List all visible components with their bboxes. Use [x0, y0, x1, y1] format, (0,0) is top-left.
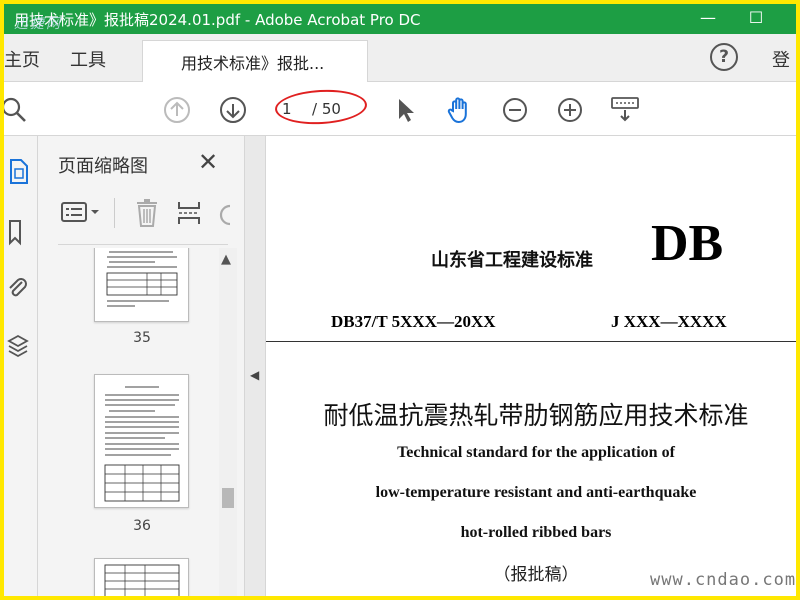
keyboard-icon[interactable]: [610, 95, 640, 125]
scrollbar-thumb[interactable]: [222, 488, 234, 508]
menu-bar: 主页 工具 用技术标准》报批... ? 登: [4, 34, 796, 82]
rotate-page-icon[interactable]: [216, 200, 232, 228]
help-button[interactable]: ?: [710, 43, 738, 71]
site-watermark: www.cndao.com: [650, 570, 797, 590]
document-tab[interactable]: 用技术标准》报批...: [142, 40, 368, 82]
doc-title-en-line2: low-temperature resistant and anti-earth…: [375, 484, 697, 501]
panel-title: 页面缩略图: [58, 156, 148, 177]
delete-page-icon[interactable]: [134, 198, 160, 228]
thumbnail-list: 35 36: [38, 248, 218, 596]
page-thumbnail[interactable]: [94, 558, 189, 596]
collapse-panel-icon[interactable]: ◀: [250, 368, 259, 382]
panel-divider: [58, 244, 228, 245]
app-window: 用技术标准》报批稿2024.01.pdf - Adobe Acrobat Pro…: [4, 4, 796, 596]
thumbnail-page-number: 36: [133, 518, 151, 534]
page-up-icon[interactable]: [162, 95, 192, 125]
panel-toolbar: [54, 194, 244, 234]
page-thumbnail[interactable]: [94, 248, 189, 322]
thumbnail-options-icon[interactable]: [60, 200, 102, 226]
toolbar-divider: [114, 198, 115, 228]
login-button[interactable]: 登: [772, 46, 790, 72]
thumbnail-preview: [104, 386, 180, 502]
doc-title-en-line1: Technical standard for the application o…: [397, 444, 675, 461]
doc-divider: [266, 341, 796, 342]
tools-tab[interactable]: 工具: [70, 46, 106, 72]
thumbnail-preview: [104, 564, 180, 596]
thumbnail-preview: [106, 251, 178, 307]
scroll-up-icon[interactable]: ▲: [221, 252, 231, 267]
home-tab[interactable]: 主页: [4, 46, 40, 72]
layers-icon[interactable]: [6, 332, 30, 360]
search-icon[interactable]: [4, 95, 30, 125]
doc-standard-code: DB37/T 5XXX—20XX: [331, 312, 496, 331]
toolbar: 1 / 50: [4, 83, 796, 136]
doc-title-en-line3: hot-rolled ribbed bars: [460, 524, 612, 541]
close-panel-button[interactable]: ✕: [198, 148, 218, 176]
left-nav-rail: [4, 136, 38, 596]
insert-page-icon[interactable]: [176, 198, 202, 228]
maximize-button[interactable]: ☐: [736, 4, 776, 34]
thumbnail-page-number: 35: [133, 330, 151, 346]
document-tab-label: 用技术标准》报批...: [181, 54, 325, 73]
thumbnails-panel: 页面缩略图 ✕ 35 36 ▲: [38, 136, 244, 596]
doc-issuer: 山东省工程建设标准: [431, 250, 593, 271]
zoom-out-icon[interactable]: [500, 95, 530, 125]
title-bar: 用技术标准》报批稿2024.01.pdf - Adobe Acrobat Pro…: [4, 4, 796, 34]
window-title: 用技术标准》报批稿2024.01.pdf - Adobe Acrobat Pro…: [14, 11, 421, 29]
document-page: 山东省工程建设标准 DB DB37/T 5XXX—20XX J XXX—XXXX…: [266, 136, 796, 596]
overlay-watermark: 迅捷网: [14, 16, 62, 32]
panel-splitter[interactable]: ◀: [244, 136, 266, 596]
attachments-icon[interactable]: [6, 274, 30, 302]
zoom-in-icon[interactable]: [555, 95, 585, 125]
doc-record-code: J XXX—XXXX: [611, 312, 727, 331]
page-down-icon[interactable]: [218, 95, 248, 125]
hand-tool-icon[interactable]: [444, 95, 474, 125]
minimize-button[interactable]: —: [688, 4, 728, 34]
page-thumbnail[interactable]: [94, 374, 189, 508]
select-pointer-icon[interactable]: [390, 95, 420, 125]
doc-title-cn: 耐低温抗震热轧带肋钢筋应用技术标准: [323, 401, 749, 430]
thumbnail-scrollbar[interactable]: ▲: [219, 248, 237, 596]
bookmarks-icon[interactable]: [6, 218, 30, 246]
page-thumbnails-icon[interactable]: [6, 158, 30, 186]
doc-db-mark: DB: [651, 215, 724, 272]
